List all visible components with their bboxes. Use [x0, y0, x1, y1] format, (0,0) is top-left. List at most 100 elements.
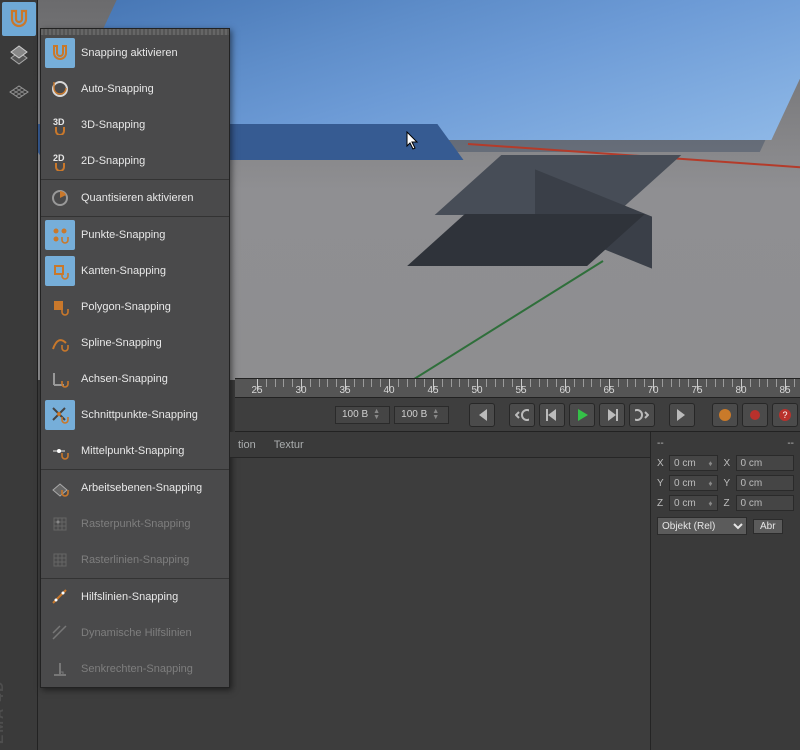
goto-start-button[interactable] [469, 403, 495, 427]
ruler-tick-label: 45 [427, 385, 438, 396]
perp-icon [45, 654, 75, 684]
snap-item-spline[interactable]: Spline-Snapping [41, 325, 229, 361]
ruler-minor-tick [539, 379, 540, 387]
coord-y-value: 0 cm [674, 478, 696, 489]
scene-object-cube-front [407, 214, 645, 266]
snap-item-2d[interactable]: 2D2D-Snapping [41, 143, 229, 179]
coord-header-a: -- [657, 438, 664, 449]
snap-item-label: Rasterpunkt-Snapping [81, 518, 221, 530]
ruler-minor-tick [503, 379, 504, 387]
ruler-minor-tick [627, 379, 628, 387]
snap-item-auto[interactable]: Auto-Snapping [41, 71, 229, 107]
ruler-minor-tick [407, 379, 408, 387]
ruler-minor-tick [275, 379, 276, 387]
ruler-minor-tick [283, 379, 284, 387]
coord-mode-select[interactable]: Objekt (Rel) [657, 517, 747, 535]
coord-y-field[interactable]: 0 cm♦ [669, 475, 718, 491]
ruler-minor-tick [459, 379, 460, 387]
ruler-minor-tick [723, 379, 724, 387]
spinner-icon[interactable]: ▲▼ [373, 409, 383, 421]
snap-item-perp: Senkrechten-Snapping [41, 651, 229, 687]
record-key-button[interactable] [712, 403, 738, 427]
snapping-toggle-button[interactable] [2, 2, 36, 36]
ruler-minor-tick [679, 379, 680, 387]
snap-item-enable[interactable]: Snapping aktivieren [41, 35, 229, 71]
ruler-minor-tick [574, 379, 575, 387]
record-key-icon [718, 408, 732, 422]
snap-item-axis[interactable]: Achsen-Snapping [41, 361, 229, 397]
gridpt-icon [45, 509, 75, 539]
next-key-button[interactable] [629, 403, 655, 427]
ruler-minor-tick [644, 379, 645, 387]
snap-item-polygon[interactable]: Polygon-Snapping [41, 289, 229, 325]
grid-button[interactable] [2, 74, 36, 108]
attribute-tab-textur[interactable]: Textur [274, 439, 304, 451]
svg-text:2D: 2D [53, 153, 65, 163]
coord-z2-field[interactable]: 0 cm [736, 495, 795, 511]
snap-item-quantize[interactable]: Quantisieren aktivieren [41, 180, 229, 216]
ruler-tick-label: 40 [383, 385, 394, 396]
ruler-minor-tick [662, 379, 663, 387]
coord-z-value: 0 cm [674, 498, 696, 509]
coord-z2-value: 0 cm [741, 498, 763, 509]
snap-item-point[interactable]: Punkte-Snapping [41, 217, 229, 253]
coord-y2-field[interactable]: 0 cm [736, 475, 795, 491]
coord-x-field[interactable]: 0 cm♦ [669, 455, 718, 471]
snap-item-guides[interactable]: Hilfslinien-Snapping [41, 579, 229, 615]
frame-end-a-field[interactable]: 100 B ▲▼ [335, 406, 390, 424]
help-button[interactable]: ? [772, 403, 798, 427]
ruler-minor-tick [671, 379, 672, 387]
ruler-tick-label: 50 [471, 385, 482, 396]
play-button[interactable] [569, 403, 595, 427]
coord-x-value: 0 cm [674, 458, 696, 469]
coord-x2-label: X [724, 458, 736, 469]
coord-header-b: -- [787, 438, 794, 449]
frame-end-b-field[interactable]: 100 B ▲▼ [394, 406, 449, 424]
snap-item-label: Spline-Snapping [81, 337, 221, 349]
snap-item-edge[interactable]: Kanten-Snapping [41, 253, 229, 289]
ruler-minor-tick [706, 379, 707, 387]
snap-item-label: Mittelpunkt-Snapping [81, 445, 221, 457]
snapping-menu[interactable]: Snapping aktivierenAuto-Snapping3D3D-Sna… [40, 28, 230, 688]
snap-item-3d[interactable]: 3D3D-Snapping [41, 107, 229, 143]
coord-z-field[interactable]: 0 cm♦ [669, 495, 718, 511]
workplane-icon [8, 44, 30, 66]
ruler-tick-label: 25 [251, 385, 262, 396]
transport-bar: 100 B ▲▼ 100 B ▲▼ ? [235, 398, 800, 432]
3d-icon: 3D [45, 110, 75, 140]
coord-y2-label: Y [724, 478, 736, 489]
timeline-ruler[interactable]: 25303540455055606570758085 [235, 378, 800, 398]
svg-text:3D: 3D [53, 117, 65, 127]
attribute-tab-a[interactable]: tion [238, 439, 256, 451]
help-icon: ? [778, 408, 792, 422]
ruler-minor-tick [759, 379, 760, 387]
next-frame-icon [606, 409, 618, 421]
axis-z [323, 260, 604, 380]
workplane-icon [45, 473, 75, 503]
ruler-minor-tick [556, 379, 557, 387]
workplane-button[interactable] [2, 38, 36, 72]
ruler-tick-label: 80 [735, 385, 746, 396]
next-frame-button[interactable] [599, 403, 625, 427]
prev-key-button[interactable] [509, 403, 535, 427]
ruler-minor-tick [310, 379, 311, 387]
watermark-text: EMA 4D [0, 680, 6, 744]
coord-x2-value: 0 cm [741, 458, 763, 469]
snap-item-midpoint[interactable]: Mittelpunkt-Snapping [41, 433, 229, 469]
coord-apply-button[interactable]: Abr [753, 519, 783, 534]
snap-item-workplane[interactable]: Arbeitsebenen-Snapping [41, 470, 229, 506]
snap-item-label: Schnittpunkte-Snapping [81, 409, 221, 421]
snap-item-intersect[interactable]: Schnittpunkte-Snapping [41, 397, 229, 433]
left-toolbar [0, 0, 38, 750]
goto-end-button[interactable] [669, 403, 695, 427]
ruler-tick-label: 65 [603, 385, 614, 396]
prev-frame-button[interactable] [539, 403, 565, 427]
frame-end-a-value: 100 B [342, 409, 368, 420]
spinner-icon[interactable]: ▲▼ [432, 409, 442, 421]
ruler-minor-tick [380, 379, 381, 387]
snap-item-label: Senkrechten-Snapping [81, 663, 221, 675]
autokey-button[interactable] [742, 403, 768, 427]
snap-item-label: Punkte-Snapping [81, 229, 221, 241]
ruler-minor-tick [618, 379, 619, 387]
coord-x2-field[interactable]: 0 cm [736, 455, 795, 471]
